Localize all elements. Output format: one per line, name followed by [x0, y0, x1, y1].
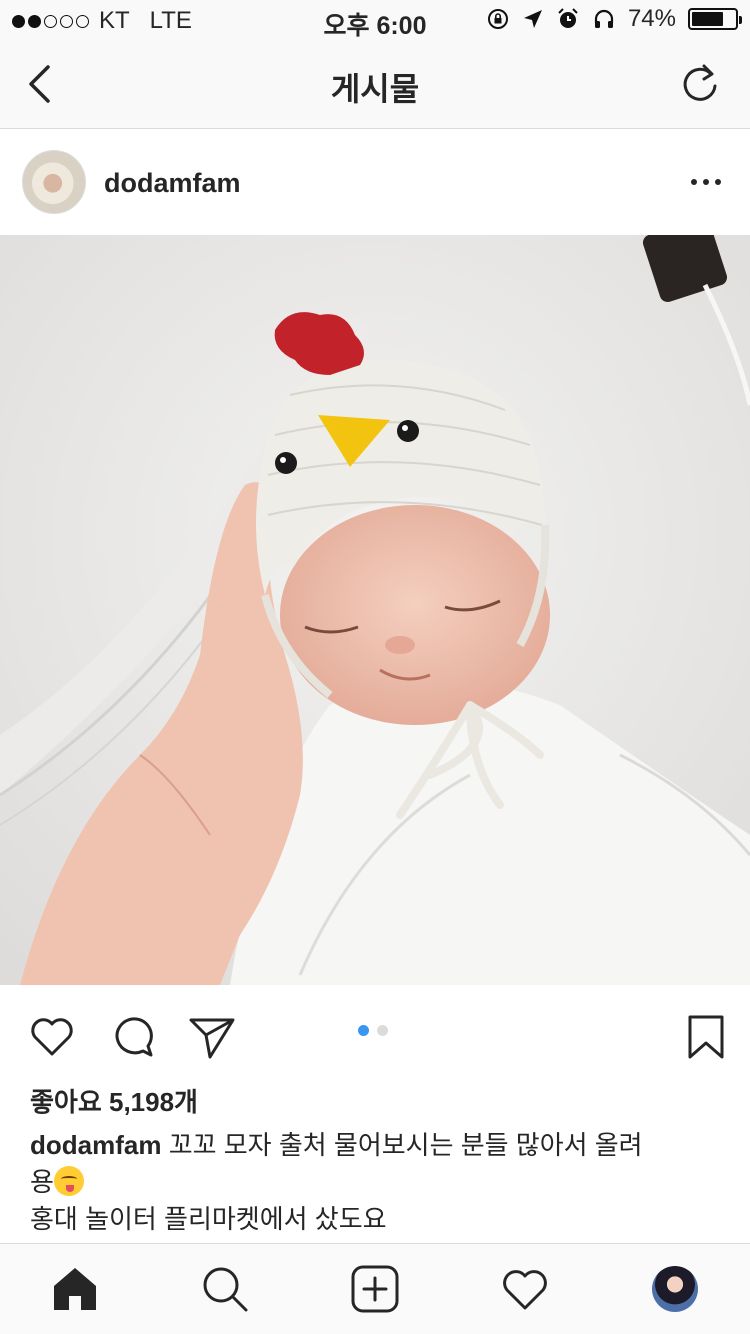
- post-photo[interactable]: [0, 235, 750, 985]
- alarm-icon: [558, 8, 578, 28]
- post-header: dodamfam: [0, 130, 750, 235]
- more-options-icon[interactable]: [688, 170, 724, 194]
- avatar[interactable]: [22, 150, 86, 214]
- caption-text-line3: 홍대 놀이터 플리마켓에서 샀도요: [30, 1204, 387, 1234]
- caption-text-line2: 용: [30, 1167, 54, 1197]
- battery-percent: 74%: [627, 5, 676, 32]
- search-icon[interactable]: [200, 1264, 250, 1314]
- status-bar: KT LTE 오후 6:00 74%: [0, 0, 750, 40]
- post-caption: dodamfam 꼬꼬 모자 출처 물어보시는 분들 많아서 올려 용 홍대 놀…: [30, 1127, 730, 1243]
- post-actions: [0, 985, 750, 1080]
- rotation-lock-icon: [487, 9, 508, 29]
- bookmark-icon[interactable]: [682, 1013, 730, 1061]
- share-send-icon[interactable]: [188, 1013, 236, 1061]
- likes-count[interactable]: 좋아요 5,198개: [30, 1082, 198, 1119]
- activity-heart-icon[interactable]: [500, 1264, 550, 1314]
- navigation-bar: 게시물: [0, 40, 750, 129]
- baby-photo-illustration: [0, 235, 750, 985]
- location-icon: [523, 10, 542, 28]
- headphones-icon: [594, 9, 614, 28]
- profile-avatar[interactable]: [652, 1266, 698, 1312]
- carousel-dot: [377, 1025, 388, 1036]
- page-title: 게시물: [330, 71, 420, 107]
- post-username[interactable]: dodamfam: [104, 168, 241, 199]
- comment-icon[interactable]: [108, 1013, 156, 1061]
- refresh-icon[interactable]: [678, 62, 722, 106]
- battery-icon: [688, 8, 742, 30]
- carousel-dot-active: [358, 1025, 369, 1036]
- yum-emoji-icon: [53, 1166, 84, 1196]
- home-icon[interactable]: [50, 1264, 100, 1314]
- caption-text-line1: 꼬꼬 모자 출처 물어보시는 분들 많아서 올려: [168, 1130, 643, 1160]
- add-post-icon[interactable]: [350, 1264, 400, 1314]
- caption-username[interactable]: dodamfam: [30, 1130, 161, 1160]
- bottom-tab-bar: [0, 1243, 750, 1334]
- like-heart-icon[interactable]: [28, 1013, 76, 1061]
- carousel-indicator: [358, 1025, 388, 1036]
